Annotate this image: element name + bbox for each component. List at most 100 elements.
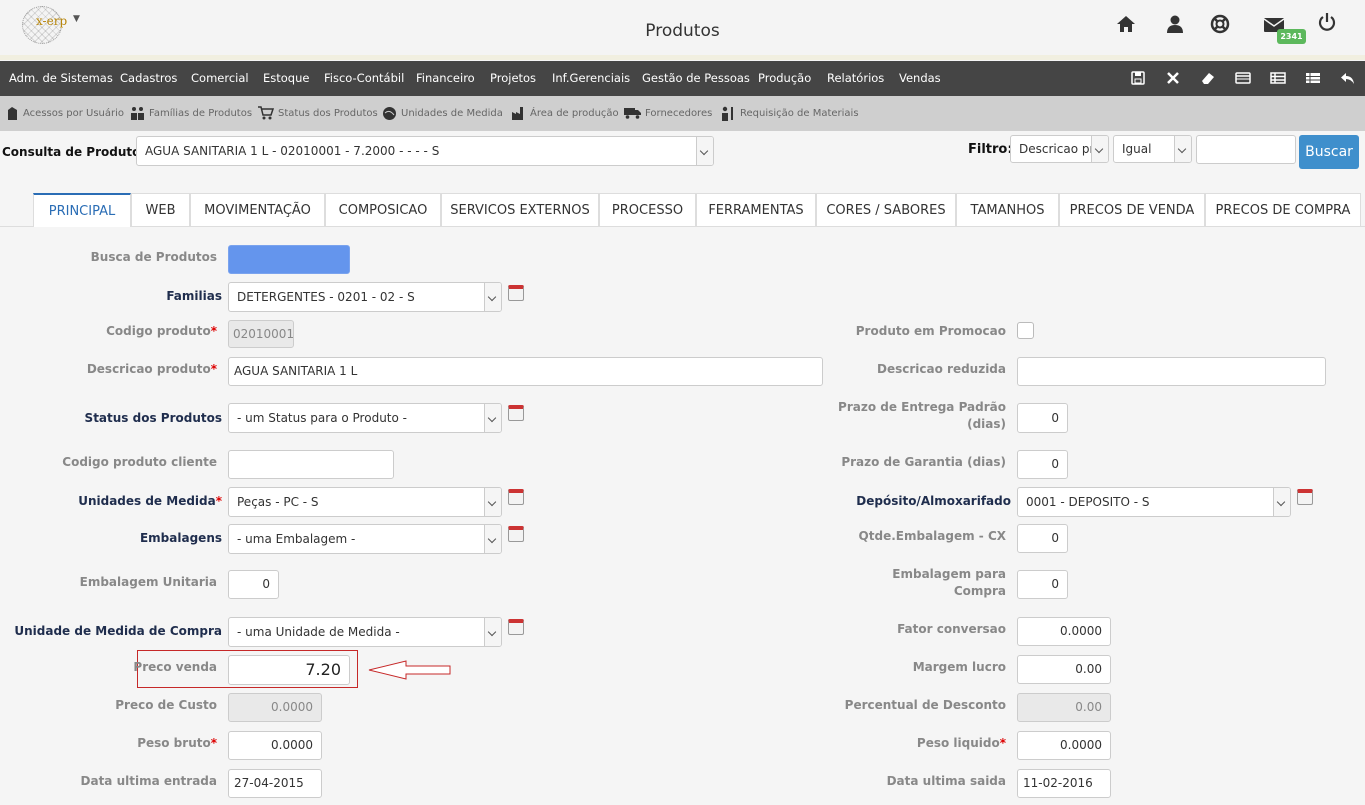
menu-inf-gerenciais[interactable]: Inf.Gerenciais bbox=[552, 61, 630, 96]
quick-requisicao-materiais[interactable]: Requisição de Materiais bbox=[720, 96, 859, 131]
arrow-left-icon bbox=[368, 660, 451, 680]
prazo-entrega-input[interactable]: 0 bbox=[1017, 403, 1068, 433]
unidade-compra-select[interactable]: - uma Unidade de Medida - bbox=[228, 617, 502, 647]
percentual-desconto-input[interactable]: 0.00 bbox=[1017, 693, 1111, 722]
main-menu-bar: Adm. de Sistemas Cadastros Comercial Est… bbox=[0, 61, 1365, 96]
busca-produtos-button[interactable] bbox=[228, 245, 350, 274]
prazo-garantia-input[interactable]: 0 bbox=[1017, 450, 1068, 479]
tab-precos-venda[interactable]: PRECOS DE VENDA bbox=[1059, 193, 1205, 226]
menu-financeiro[interactable]: Financeiro bbox=[416, 61, 475, 96]
familias-select[interactable]: DETERGENTES - 0201 - 02 - S bbox=[228, 282, 502, 312]
eraser-icon[interactable] bbox=[1200, 70, 1216, 86]
quick-unidades-medida[interactable]: Unidades de Medida bbox=[382, 96, 503, 131]
consulta-value: AGUA SANITARIA 1 L - 02010001 - 7.2000 -… bbox=[145, 144, 440, 158]
calendar-icon[interactable] bbox=[508, 489, 524, 505]
menu-cadastros[interactable]: Cadastros bbox=[120, 61, 177, 96]
menu-adm-sistemas[interactable]: Adm. de Sistemas bbox=[9, 61, 113, 96]
menu-vendas[interactable]: Vendas bbox=[899, 61, 941, 96]
table-list-icon[interactable] bbox=[1305, 70, 1321, 86]
descricao-produto-input[interactable]: AGUA SANITARIA 1 L bbox=[228, 357, 823, 386]
help-lifebuoy-icon[interactable] bbox=[1210, 14, 1230, 34]
tab-ferramentas[interactable]: FERRAMENTAS bbox=[696, 193, 816, 226]
factory-icon bbox=[512, 107, 523, 120]
fator-conversao-input[interactable]: 0.0000 bbox=[1017, 617, 1111, 646]
quick-acessos-usuario[interactable]: Acessos por Usuário bbox=[6, 96, 124, 131]
preco-venda-input[interactable]: 7.20 bbox=[228, 655, 350, 685]
menu-gestao-pessoas[interactable]: Gestão de Pessoas bbox=[642, 61, 750, 96]
preco-custo-input[interactable]: 0.0000 bbox=[228, 693, 322, 722]
chevron-down-icon bbox=[484, 488, 501, 516]
menu-estoque[interactable]: Estoque bbox=[263, 61, 309, 96]
qtde-embalagem-input[interactable]: 0 bbox=[1017, 524, 1068, 553]
margem-lucro-input[interactable]: 0.00 bbox=[1017, 655, 1111, 684]
undo-icon[interactable] bbox=[1340, 70, 1356, 86]
filtro-campo-select[interactable]: Descricao pr bbox=[1010, 135, 1109, 163]
close-icon[interactable] bbox=[1165, 70, 1181, 86]
unidade-compra-label: Unidade de Medida de Compra bbox=[14, 624, 222, 638]
tab-movimentacao[interactable]: MOVIMENTAÇÃO bbox=[190, 193, 325, 226]
mail-count-badge: 2341 bbox=[1277, 29, 1306, 44]
margem-lucro-label: Margem lucro bbox=[912, 660, 1006, 674]
quick-status-produtos[interactable]: Status dos Produtos bbox=[258, 96, 378, 131]
unidade-compra-value: - uma Unidade de Medida - bbox=[237, 625, 400, 639]
user-icon[interactable] bbox=[1165, 14, 1185, 34]
calendar-icon[interactable] bbox=[508, 619, 524, 635]
tab-servicos-externos[interactable]: SERVICOS EXTERNOS bbox=[441, 193, 599, 226]
menu-producao[interactable]: Produção bbox=[758, 61, 811, 96]
tab-web[interactable]: WEB bbox=[131, 193, 190, 226]
prazo-entrega-label: Prazo de Entrega Padrão bbox=[838, 400, 1006, 414]
codigo-cliente-input[interactable] bbox=[228, 450, 394, 479]
descricao-produto-label: Descricao produto* bbox=[86, 362, 217, 376]
tab-precos-compra[interactable]: PRECOS DE COMPRA bbox=[1205, 193, 1361, 226]
codigo-produto-input[interactable]: 02010001 bbox=[228, 320, 294, 348]
quick-label: Acessos por Usuário bbox=[23, 108, 125, 119]
embalagens-value: - uma Embalagem - bbox=[237, 532, 356, 546]
data-ultima-entrada-input[interactable]: 27-04-2015 bbox=[228, 769, 322, 798]
status-produtos-select[interactable]: - um Status para o Produto - bbox=[228, 403, 502, 433]
power-icon[interactable] bbox=[1317, 12, 1337, 32]
quick-familias-produtos[interactable]: Famílias de Produtos bbox=[130, 96, 252, 131]
consulta-produtos-select[interactable]: AGUA SANITARIA 1 L - 02010001 - 7.2000 -… bbox=[136, 136, 714, 166]
descricao-produto-label-text: Descricao produto bbox=[86, 362, 211, 376]
tab-tamanhos[interactable]: TAMANHOS bbox=[956, 193, 1059, 226]
card-icon[interactable] bbox=[1235, 70, 1251, 86]
data-ultima-saida-input[interactable]: 11-02-2016 bbox=[1017, 769, 1111, 798]
peso-liquido-input[interactable]: 0.0000 bbox=[1017, 731, 1111, 760]
quick-fornecedores[interactable]: Fornecedores bbox=[624, 96, 712, 131]
buscar-button[interactable]: Buscar bbox=[1299, 135, 1359, 169]
filtro-valor-input[interactable] bbox=[1196, 135, 1296, 164]
produto-promocao-checkbox[interactable] bbox=[1017, 322, 1034, 339]
peso-bruto-input[interactable]: 0.0000 bbox=[228, 731, 322, 760]
menu-comercial[interactable]: Comercial bbox=[191, 61, 249, 96]
descricao-reduzida-input[interactable] bbox=[1017, 357, 1326, 386]
unidades-medida-select[interactable]: Peças - PC - S bbox=[228, 487, 502, 517]
embalagem-unitaria-input[interactable]: 0 bbox=[228, 570, 279, 599]
menu-relatorios[interactable]: Relatórios bbox=[827, 61, 884, 96]
descricao-reduzida-label: Descricao reduzida bbox=[877, 362, 1006, 376]
header-divider bbox=[0, 55, 1365, 60]
filtro-operador-select[interactable]: Igual bbox=[1113, 135, 1192, 163]
tab-cores-sabores[interactable]: CORES / SABORES bbox=[816, 193, 956, 226]
embalagens-label: Embalagens bbox=[139, 531, 222, 545]
tab-composicao[interactable]: COMPOSICAO bbox=[325, 193, 441, 226]
quick-area-producao[interactable]: Área de produção bbox=[512, 96, 619, 131]
embalagens-select[interactable]: - uma Embalagem - bbox=[228, 524, 502, 554]
peso-liquido-label: Peso liquido* bbox=[916, 736, 1006, 750]
data-ultima-entrada-label: Data ultima entrada bbox=[80, 774, 217, 788]
list-icon[interactable] bbox=[1270, 70, 1286, 86]
consulta-label: Consulta de Produtos bbox=[2, 145, 148, 159]
menu-projetos[interactable]: Projetos bbox=[490, 61, 536, 96]
measure-tape-icon bbox=[383, 106, 396, 120]
deposito-select[interactable]: 0001 - DEPOSITO - S bbox=[1017, 487, 1291, 517]
quick-label: Requisição de Materiais bbox=[740, 108, 859, 119]
embalagem-compra-input[interactable]: 0 bbox=[1017, 570, 1068, 599]
save-icon[interactable] bbox=[1130, 70, 1146, 86]
home-icon[interactable] bbox=[1116, 14, 1136, 34]
menu-fisco-contabil[interactable]: Fisco-Contábil bbox=[324, 61, 404, 96]
calendar-icon[interactable] bbox=[508, 285, 524, 301]
calendar-icon[interactable] bbox=[508, 405, 524, 421]
tab-processo[interactable]: PROCESSO bbox=[599, 193, 696, 226]
tab-principal[interactable]: PRINCIPAL bbox=[33, 193, 131, 227]
calendar-icon[interactable] bbox=[1297, 489, 1313, 505]
calendar-icon[interactable] bbox=[508, 526, 524, 542]
